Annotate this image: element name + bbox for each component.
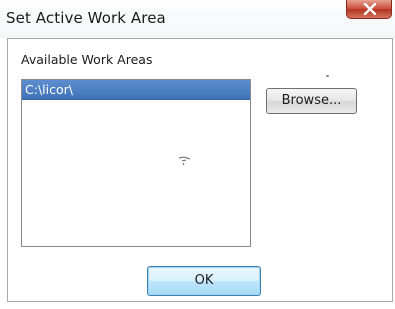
dialog-body: Available Work Areas C:\licor\ Browse...… — [7, 38, 393, 302]
browse-button[interactable]: Browse... — [266, 88, 357, 114]
ok-button[interactable]: OK — [147, 266, 261, 296]
work-areas-list[interactable]: C:\licor\ — [21, 79, 251, 247]
busy-cursor-icon — [178, 156, 191, 166]
work-area-item[interactable]: C:\licor\ — [22, 80, 250, 100]
title-bar[interactable]: Set Active Work Area — [0, 0, 395, 38]
dust-speck — [326, 75, 329, 77]
close-button[interactable] — [346, 0, 392, 19]
available-work-areas-label: Available Work Areas — [21, 52, 153, 67]
dialog-title: Set Active Work Area — [6, 9, 166, 27]
set-active-work-area-dialog: Set Active Work Area Available Work Area… — [0, 0, 395, 309]
close-icon — [363, 3, 377, 15]
